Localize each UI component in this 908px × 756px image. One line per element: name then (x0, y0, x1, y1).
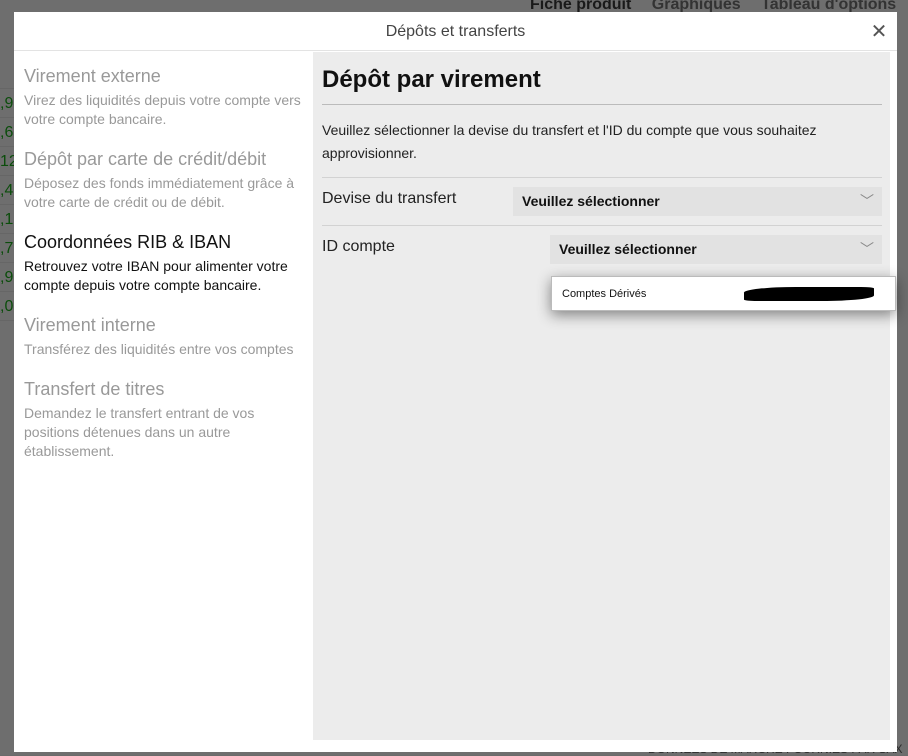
deposits-modal: Dépôts et transferts ✕ Virement externe V… (14, 12, 897, 752)
sidebar-item-desc: Transférez des liquidités entre vos comp… (24, 341, 294, 357)
chevron-down-icon: ﹀ (860, 241, 874, 257)
currency-select-value: Veuillez sélectionner (522, 193, 660, 209)
sidebar-item-transfert-titres[interactable]: Transfert de titres Demandez le transfert… (24, 379, 313, 461)
page-title: Dépôt par virement (322, 66, 882, 105)
sidebar-item-title: Coordonnées RIB & IBAN (24, 232, 232, 252)
intro-text: Veuillez sélectionner la devise du trans… (322, 119, 882, 178)
account-select-value: Veuillez sélectionner (559, 241, 697, 257)
sidebar-item-carte[interactable]: Dépôt par carte de crédit/débit Déposez d… (24, 149, 313, 212)
sidebar-item-title: Virement interne (24, 315, 156, 335)
close-icon[interactable]: ✕ (867, 12, 891, 52)
redacted-account-id (744, 287, 874, 301)
account-select[interactable]: Veuillez sélectionner ﹀ (550, 235, 882, 264)
sidebar-item-rib-iban[interactable]: Coordonnées RIB & IBAN Retrouvez votre IB… (24, 232, 313, 295)
sidebar-item-desc: Virez des liquidités depuis votre compte… (24, 92, 301, 127)
sidebar-item-virement-interne[interactable]: Virement interne Transférez des liquidité… (24, 315, 313, 359)
sidebar-item-title: Dépôt par carte de crédit/débit (24, 149, 267, 169)
chevron-down-icon: ﹀ (860, 193, 874, 209)
background-table-edge: ,9,612,4,1,7,9,0 (0, 60, 14, 321)
account-label: ID compte (322, 238, 395, 255)
sidebar-item-desc: Demandez le transfert entrant de vos pos… (24, 405, 255, 459)
sidebar-item-virement-externe[interactable]: Virement externe Virez des liquidités dep… (24, 66, 313, 129)
currency-label: Devise du transfert (322, 190, 457, 207)
currency-select[interactable]: Veuillez sélectionner ﹀ (513, 187, 882, 216)
currency-row: Devise du transfert Veuillez sélectionne… (322, 178, 882, 226)
sidebar-item-title: Virement externe (24, 66, 161, 86)
main-panel: Dépôt par virement Veuillez sélectionner… (313, 52, 890, 740)
modal-header: Dépôts et transferts ✕ (14, 12, 897, 51)
sidebar-item-desc: Déposez des fonds immédiatement grâce à … (24, 175, 295, 210)
sidebar: Virement externe Virez des liquidités dep… (14, 52, 313, 752)
account-row: ID compte Veuillez sélectionner ﹀ (322, 226, 882, 274)
dropdown-option-comptes-derives[interactable]: Comptes Dérivés (562, 288, 646, 300)
account-dropdown-menu: Comptes Dérivés (551, 276, 896, 311)
modal-title: Dépôts et transferts (385, 23, 526, 40)
sidebar-item-desc: Retrouvez votre IBAN pour alimenter votr… (24, 258, 288, 293)
sidebar-item-title: Transfert de titres (24, 379, 165, 399)
